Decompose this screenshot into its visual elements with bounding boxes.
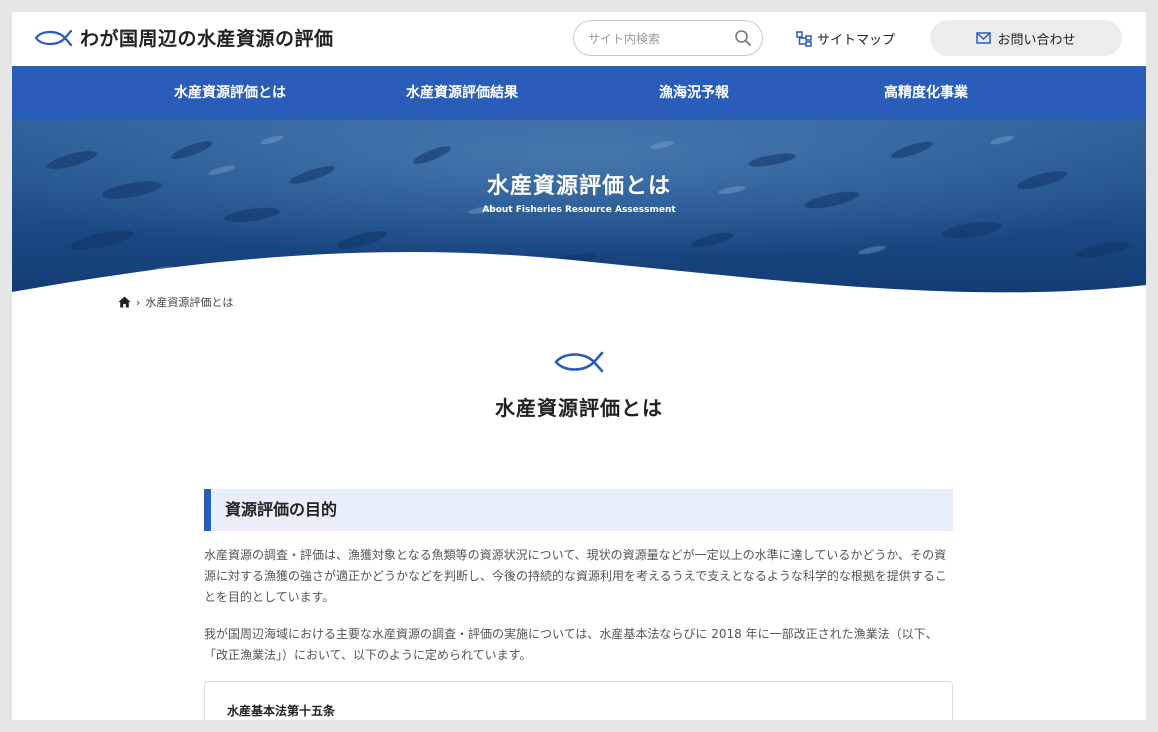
nav-item-results[interactable]: 水産資源評価結果	[406, 66, 518, 120]
sitemap-link[interactable]: サイトマップ	[796, 29, 895, 48]
body-paragraph-1: 水産資源の調査・評価は、漁獲対象となる魚類等の資源状況について、現状の資源量など…	[204, 548, 947, 604]
section-heading: 資源評価の目的	[204, 489, 953, 531]
search-input[interactable]	[586, 28, 730, 50]
site-title: わが国周辺の水産資源の評価	[80, 28, 334, 50]
search-icon[interactable]	[734, 29, 752, 51]
nav-item-precision[interactable]: 高精度化事業	[884, 66, 968, 120]
fish-icon	[554, 351, 604, 373]
site-header: わが国周辺の水産資源の評価 サイトマップ	[12, 12, 1146, 66]
page-frame: わが国周辺の水産資源の評価 サイトマップ	[12, 12, 1146, 720]
sitemap-label: サイトマップ	[817, 33, 896, 48]
contact-label: お問い合わせ	[997, 32, 1076, 48]
home-icon[interactable]	[118, 296, 131, 308]
contact-button[interactable]: お問い合わせ	[930, 20, 1122, 56]
breadcrumb: › 水産資源評価とは	[118, 294, 233, 310]
sitemap-icon	[796, 30, 812, 47]
site-logo[interactable]: わが国周辺の水産資源の評価	[34, 24, 334, 51]
hero-subtitle: About Fisheries Resource Assessment	[482, 205, 676, 215]
nav-item-forecast[interactable]: 漁海況予報	[659, 66, 729, 120]
search-box[interactable]	[573, 20, 763, 56]
breadcrumb-separator: ›	[136, 295, 141, 309]
hero-banner: 水産資源評価とは About Fisheries Resource Assess…	[12, 120, 1146, 296]
law-title: 水産基本法第十五条	[227, 704, 336, 718]
body-paragraph-2: 我が国周辺海域における主要な水産資源の調査・評価の実施については、水産基本法なら…	[204, 627, 938, 662]
breadcrumb-current: 水産資源評価とは	[145, 296, 234, 309]
global-nav: 水産資源評価とは 水産資源評価結果 漁海況予報 高精度化事業	[12, 66, 1146, 120]
nav-item-about[interactable]: 水産資源評価とは	[174, 66, 286, 120]
mail-icon	[976, 32, 992, 44]
page-title: 水産資源評価とは	[495, 396, 663, 420]
fish-logo-icon	[34, 29, 72, 46]
hero-title: 水産資源評価とは	[486, 174, 671, 199]
law-box: 水産基本法第十五条	[204, 681, 953, 720]
